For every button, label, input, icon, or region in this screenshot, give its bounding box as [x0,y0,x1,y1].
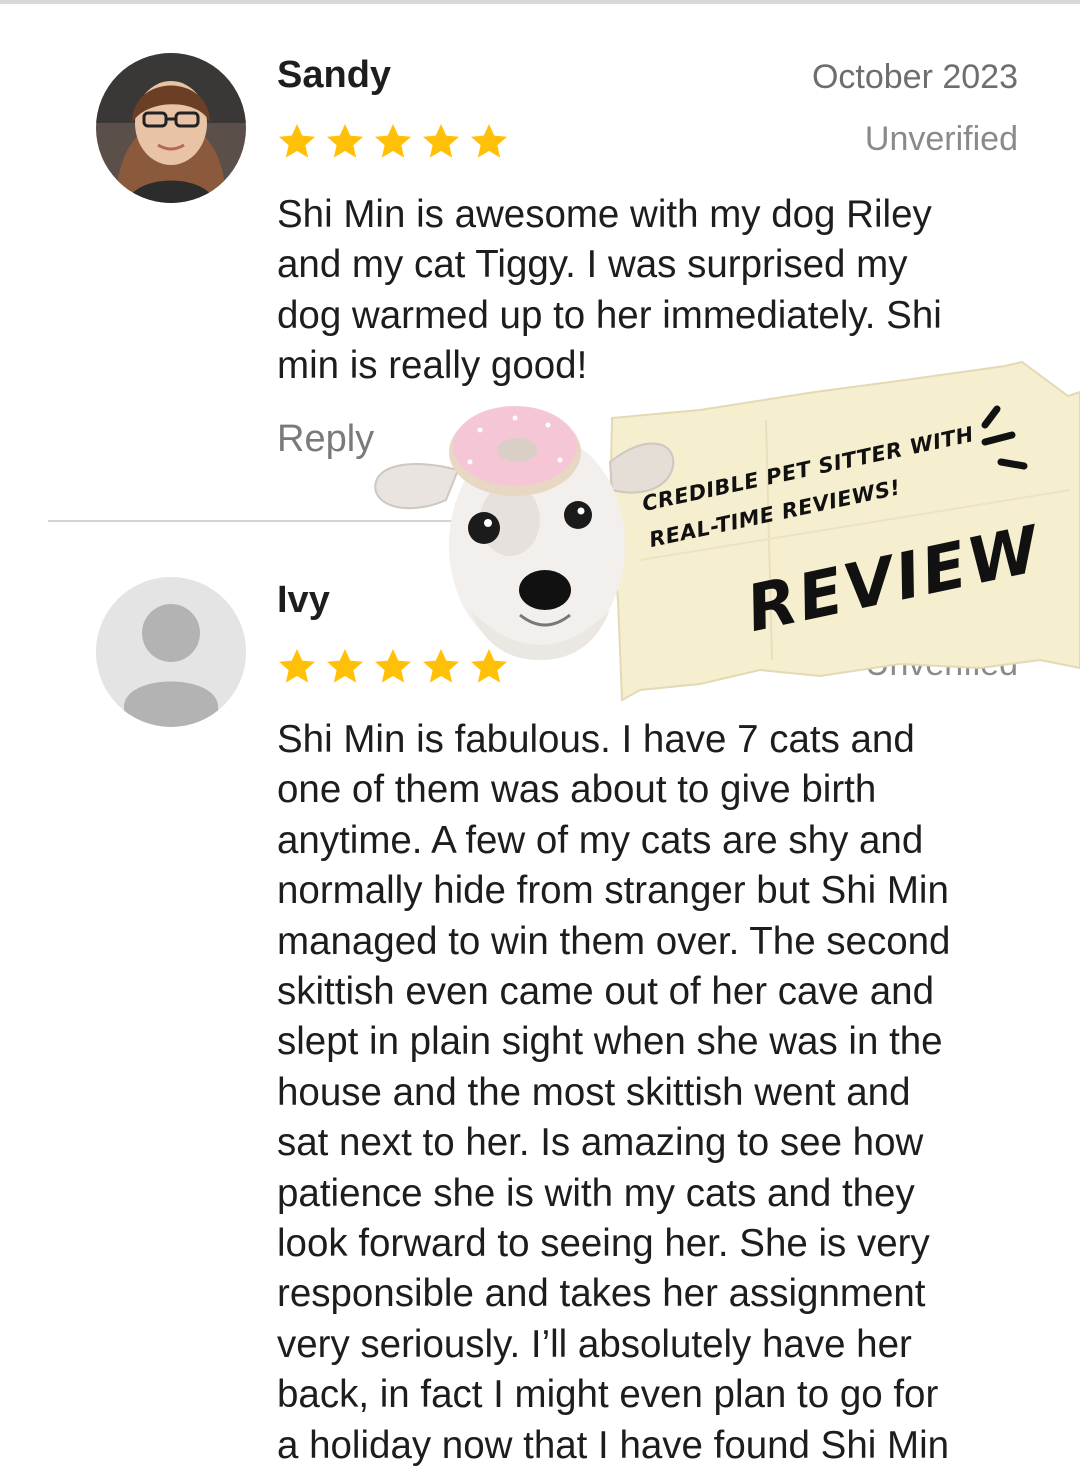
avatar-photo-icon [96,53,246,203]
reviewer-name: Sandy [277,54,392,96]
star-icon [471,124,507,158]
verification-status: Unverified [864,120,1018,158]
star-rating [277,647,509,687]
star-icon [279,124,315,158]
star-icon [327,649,363,683]
reviewer-name: Ivy [277,579,330,621]
promo-tagline-1: CREDIBLE PET SITTER WITH [640,422,976,516]
review-divider [48,520,1080,522]
review-text: Shi Min is fabulous. I have 7 cats and o… [277,718,951,1467]
donut-icon [449,406,581,496]
star-icon [423,649,459,683]
star-icon [327,124,363,158]
promo-headline: REVIEW [740,512,1049,647]
review-text: Shi Min is awesome with my dog Riley and… [277,193,942,388]
star-icon [471,649,507,683]
star-icon [279,649,315,683]
star-icon [423,124,459,158]
promo-tagline-2: REAL-TIME REVIEWS! [647,475,903,552]
dog-head-icon [374,433,675,660]
reviewer-avatar[interactable] [96,577,246,727]
star-icon [375,649,411,683]
review-date: October 2023 [811,58,1018,96]
star-rating [277,122,509,162]
top-divider [0,0,1080,4]
star-icon [375,124,411,158]
reply-link[interactable]: Reply [277,418,374,461]
default-user-icon [96,577,246,727]
verification-status: Unverified [864,645,1018,683]
reviewer-avatar[interactable] [96,53,246,203]
